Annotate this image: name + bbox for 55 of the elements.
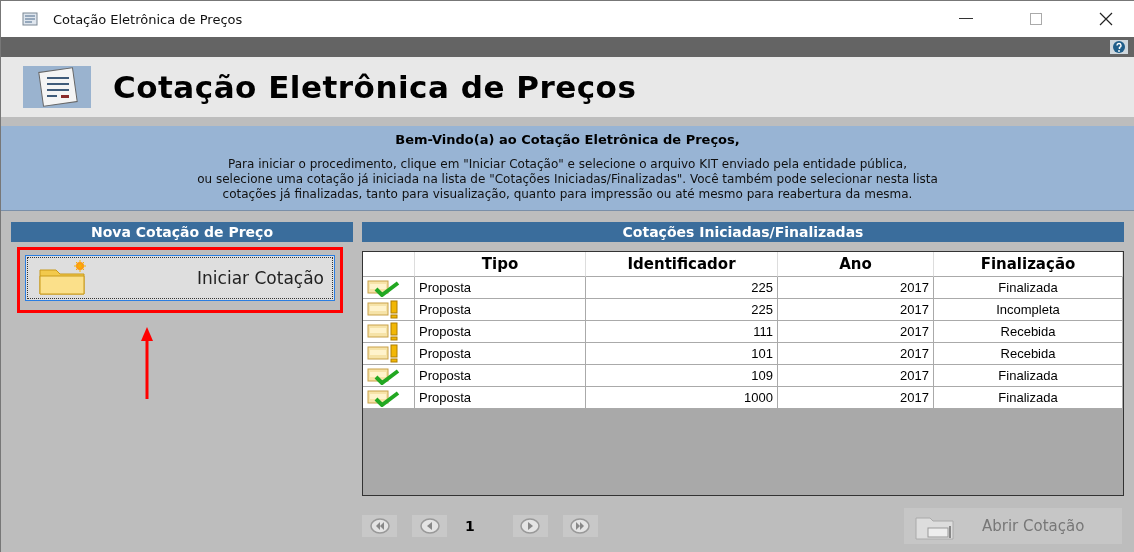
- table-cell: Finalizada: [934, 277, 1123, 299]
- new-folder-icon: [38, 260, 88, 296]
- last-page-icon: [570, 518, 591, 534]
- panel-header: Cotações Iniciadas/Finalizadas: [362, 222, 1124, 242]
- page-number: 1: [465, 518, 475, 534]
- column-header[interactable]: Ano: [778, 252, 934, 277]
- welcome-text: ou selecione uma cotação já iniciada na lista de "Cotações Iniciadas/Finalizadas". Você também pode selecionar nesta lista: [197, 172, 938, 187]
- table-cell: 2017: [778, 277, 934, 299]
- table-cell: Proposta: [415, 365, 586, 387]
- next-icon: [520, 518, 541, 534]
- table-cell: Finalizada: [934, 387, 1123, 409]
- window-title: Cotação Eletrônica de Preços: [53, 11, 244, 27]
- app-title: Cotação Eletrônica de Preços: [113, 69, 637, 105]
- welcome-title: Bem-Vindo(a) ao Cotação Eletrônica de Preços,: [395, 132, 740, 147]
- table-cell: Incompleta: [934, 299, 1123, 321]
- first-page-icon: [369, 518, 390, 534]
- first-page-button[interactable]: [362, 515, 397, 537]
- document-icon: [23, 66, 91, 108]
- table-cell: 225: [586, 299, 778, 321]
- last-page-button[interactable]: [562, 515, 598, 537]
- table-cell: Proposta: [415, 277, 586, 299]
- table-cell: Finalizada: [934, 365, 1123, 387]
- column-header[interactable]: Identificador: [586, 252, 778, 277]
- header-cell: [363, 252, 415, 277]
- table-cell: 225: [586, 277, 778, 299]
- arrow-icon: [139, 327, 155, 399]
- close-icon: [1099, 12, 1113, 26]
- welcome-text: Para iniciar o procedimento, clique em "Iniciar Cotação" e selecione o arquivo KIT enviado pela entidade pública,: [228, 157, 907, 172]
- table-cell: 2017: [778, 387, 934, 409]
- table-cell: 111: [586, 321, 778, 343]
- table-cell: Proposta: [415, 321, 586, 343]
- table-cell: Recebida: [934, 343, 1123, 365]
- table-cell: Proposta: [415, 343, 586, 365]
- table-cell: 101: [586, 343, 778, 365]
- app-icon: [21, 11, 39, 27]
- column-header[interactable]: Finalização: [934, 252, 1123, 277]
- table-cell: 1000: [586, 387, 778, 409]
- table-cell: 2017: [778, 321, 934, 343]
- panel-header: Nova Cotação de Preço: [11, 222, 353, 242]
- table-cell: Proposta: [415, 299, 586, 321]
- table-cell: 2017: [778, 365, 934, 387]
- previous-icon: [419, 518, 440, 534]
- table-cell: Recebida: [934, 321, 1123, 343]
- table-cell: 2017: [778, 299, 934, 321]
- welcome-text: cotações já finalizadas, tanto para visualização, quanto para impressão ou até mesmo para reabertura da mesma.: [222, 187, 913, 202]
- start-quote-button[interactable]: Iniciar Cotação: [25, 255, 335, 301]
- help-icon[interactable]: [1110, 40, 1128, 54]
- table-cell: Proposta: [415, 387, 586, 409]
- table-cell: 2017: [778, 343, 934, 365]
- next-page-button[interactable]: [512, 515, 548, 537]
- table-cell: 109: [586, 365, 778, 387]
- column-header[interactable]: Tipo: [415, 252, 586, 277]
- maximize-icon: [1030, 13, 1042, 25]
- minimize-icon: [959, 18, 973, 20]
- previous-page-button[interactable]: [412, 515, 447, 537]
